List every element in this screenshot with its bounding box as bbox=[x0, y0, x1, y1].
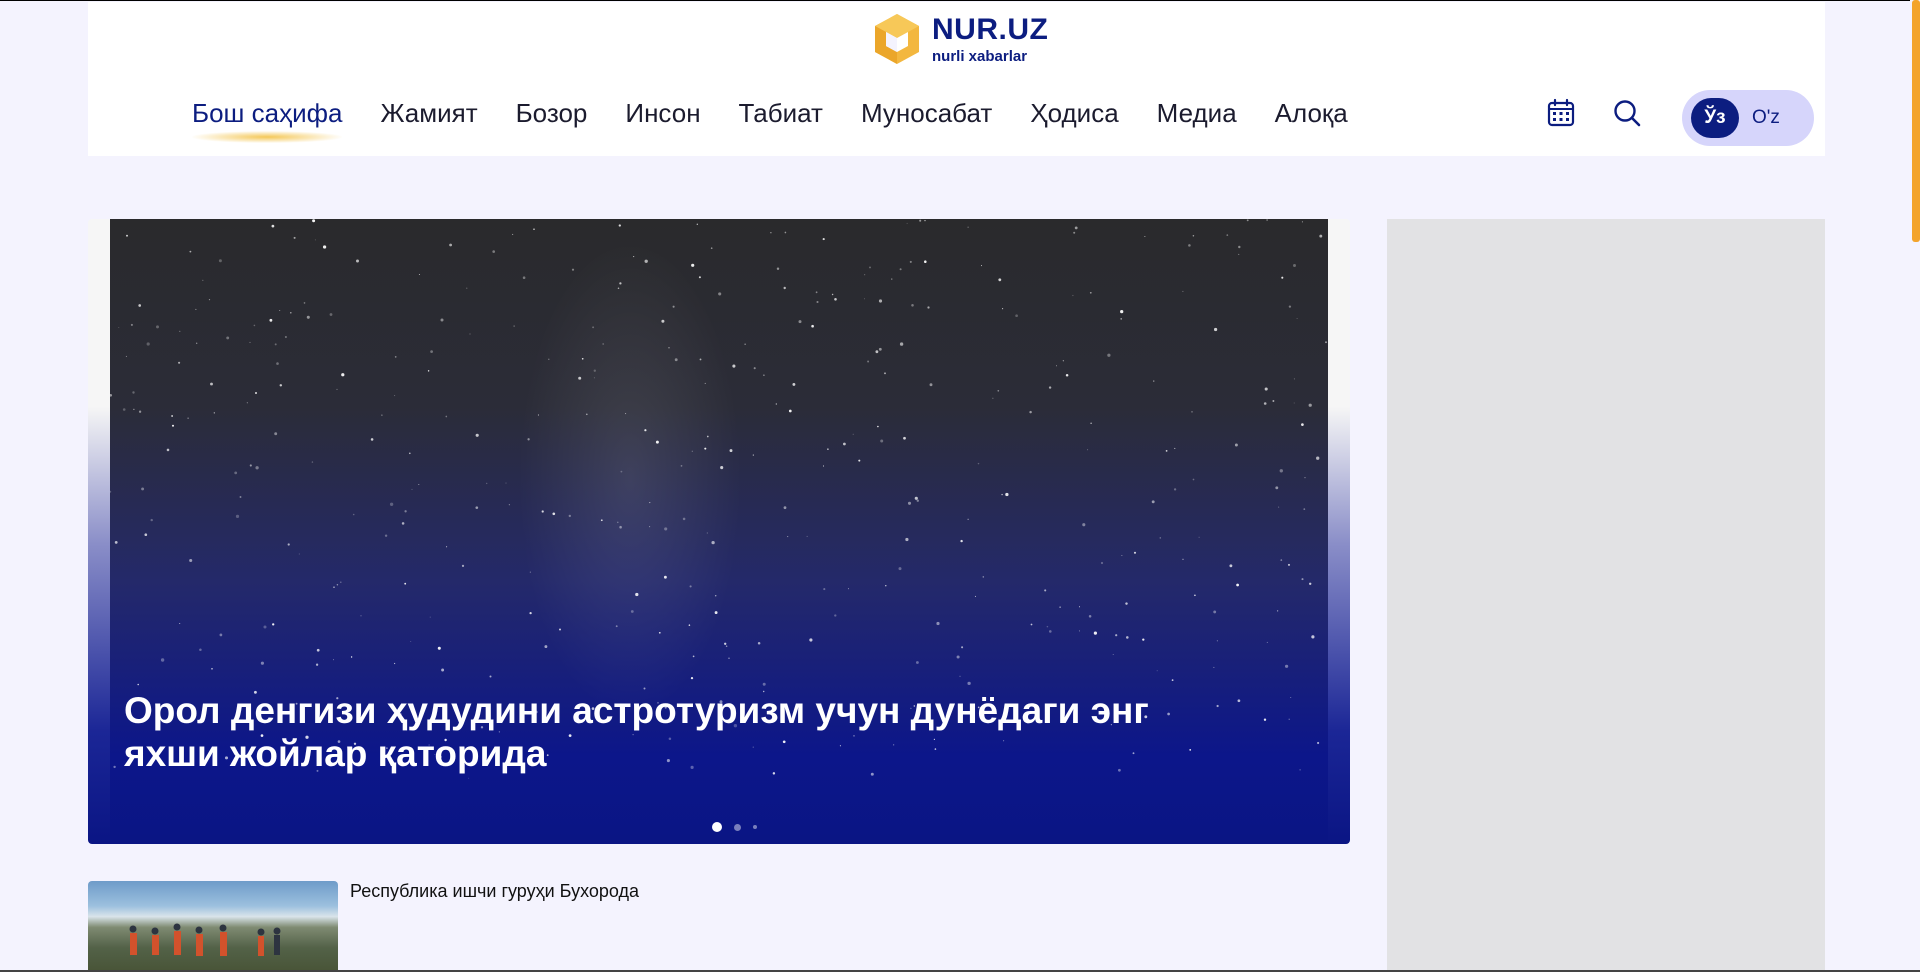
news-item-title[interactable]: Республика ишчи гуруҳи Бухорода bbox=[350, 881, 639, 902]
calendar-icon[interactable] bbox=[1547, 98, 1575, 128]
scrollbar-thumb[interactable] bbox=[1912, 0, 1920, 242]
lang-cyrillic-button[interactable]: Ўз bbox=[1691, 98, 1739, 138]
cube-logo-icon bbox=[875, 14, 919, 64]
news-photo bbox=[129, 923, 281, 956]
language-switch: Ўз O'z bbox=[1682, 90, 1814, 146]
window-top-border bbox=[0, 0, 1920, 1]
nav-item-relations[interactable]: Муносабат bbox=[861, 98, 992, 129]
nav-item-contact[interactable]: Алоқа bbox=[1275, 98, 1348, 129]
logo-title: NUR.UZ bbox=[932, 12, 1049, 46]
lang-latin-button[interactable]: O'z bbox=[1752, 98, 1780, 138]
nav-item-incident[interactable]: Ҳодиса bbox=[1030, 98, 1118, 129]
search-icon[interactable] bbox=[1612, 98, 1642, 128]
nav-item-person[interactable]: Инсон bbox=[625, 98, 700, 129]
logo-tagline: nurli xabarlar bbox=[932, 47, 1028, 65]
main-nav: Бош саҳифа Жамият Бозор Инсон Табиат Мун… bbox=[192, 98, 1386, 143]
hero-title[interactable]: Орол денгизи ҳудудини астротуризм учун д… bbox=[124, 689, 1254, 775]
news-thumbnail[interactable] bbox=[88, 881, 338, 970]
nav-item-market[interactable]: Бозор bbox=[516, 98, 588, 129]
site-logo[interactable]: NUR.UZ nurli xabarlar bbox=[872, 12, 1048, 66]
nav-item-media[interactable]: Медиа bbox=[1157, 98, 1237, 129]
sidebar-ad-placeholder bbox=[1387, 219, 1825, 971]
slider-dot-2[interactable] bbox=[734, 823, 741, 831]
nav-item-society[interactable]: Жамият bbox=[380, 98, 477, 129]
nav-item-home[interactable]: Бош саҳифа bbox=[192, 98, 343, 143]
slider-dots bbox=[712, 822, 769, 832]
nav-item-nature[interactable]: Табиат bbox=[739, 98, 823, 129]
slider-dot-3[interactable] bbox=[753, 825, 757, 829]
hero-slider[interactable]: Орол денгизи ҳудудини астротуризм учун д… bbox=[88, 219, 1350, 844]
slider-dot-1[interactable] bbox=[712, 822, 722, 832]
site-header: NUR.UZ nurli xabarlar Бош саҳифа Жамият … bbox=[88, 2, 1825, 156]
